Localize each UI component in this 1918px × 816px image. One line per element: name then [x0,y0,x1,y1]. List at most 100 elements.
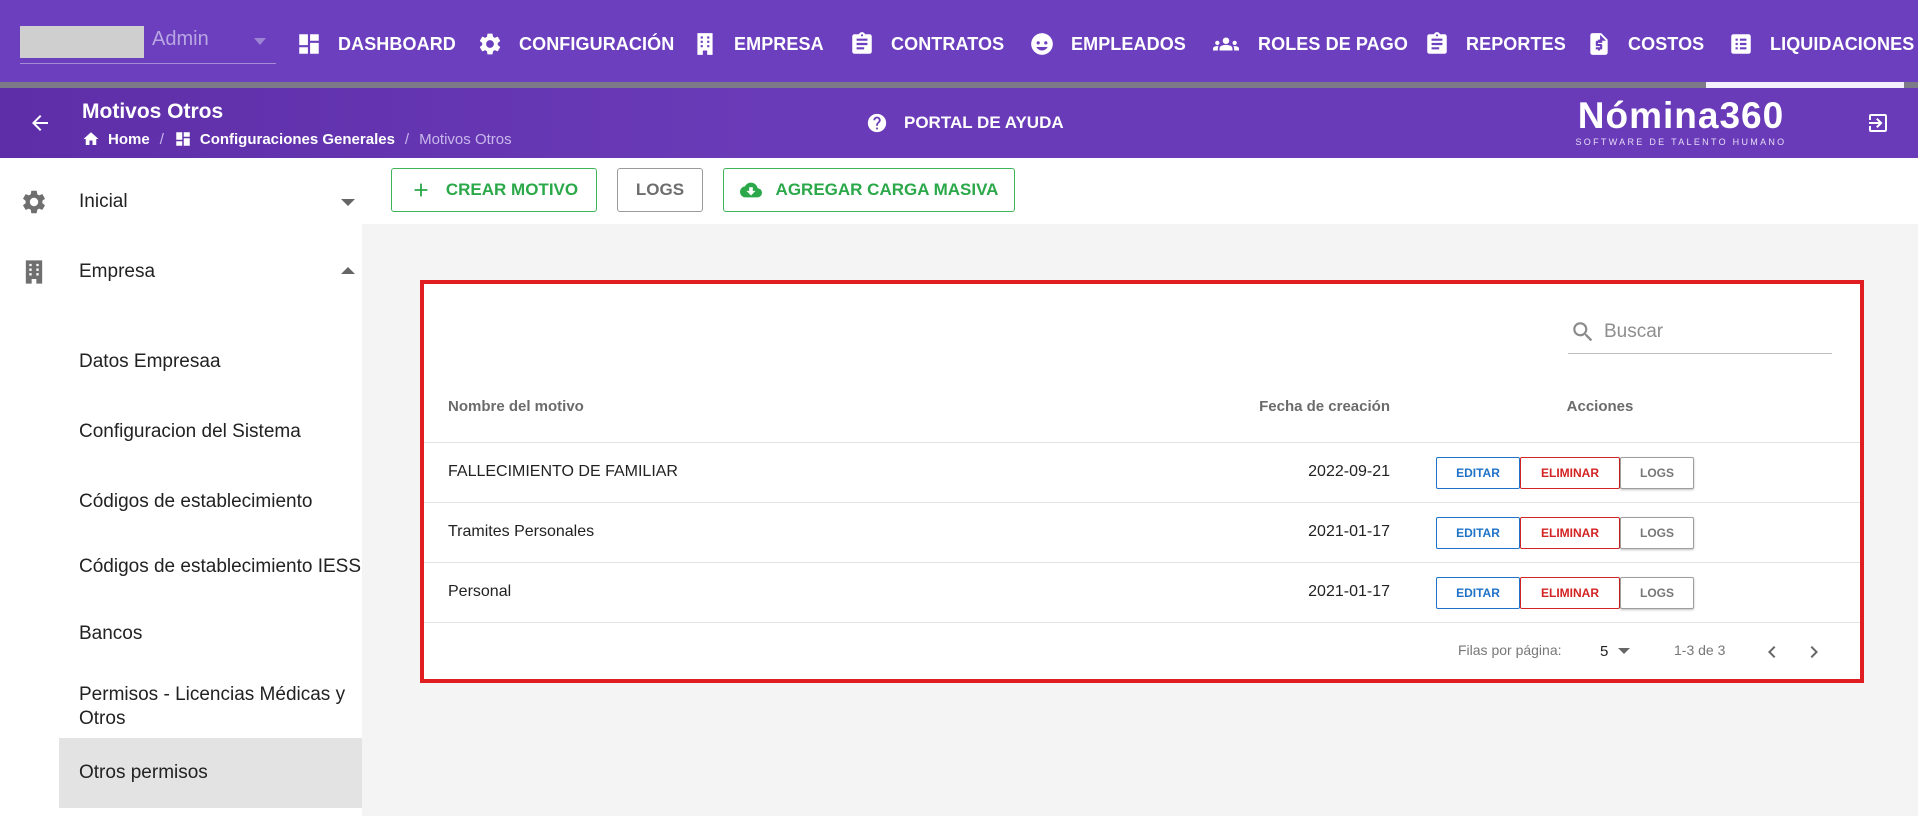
sidebar-item-permisos-licencias[interactable]: Permisos - Licencias Médicas y Otros [59,677,362,737]
cell-motivo-name: FALLECIMIENTO DE FAMILIAR [448,463,678,480]
invoice-dollar-icon [1590,33,1608,55]
cell-created-date: 2021-01-17 [1308,523,1390,540]
chevron-up-icon [341,267,355,274]
sidebar-item-datos-empresa[interactable]: Datos Empresaa [59,340,362,384]
column-header-acciones: Acciones [1566,398,1634,415]
table-row: Personal 2021-01-17 EDITAR ELIMINAR LOGS [422,562,1862,622]
dashboard-icon [299,34,319,54]
clipboard-icon [852,32,872,54]
edit-button[interactable]: EDITAR [1436,517,1520,549]
rows-per-page-label: Filas por página: [1458,642,1562,658]
sidebar-section-label: Empresa [79,261,156,282]
nav-item-roles-de-pago[interactable]: ROLES DE PAGO [1210,26,1408,62]
row-logs-button[interactable]: LOGS [1620,577,1694,609]
delete-button[interactable]: ELIMINAR [1520,457,1620,489]
nav-item-dashboard[interactable]: DASHBOARD [296,26,456,62]
sidebar-item-label: Bancos [79,623,143,644]
create-motivo-button[interactable]: CREAR MOTIVO [391,168,597,212]
sidebar-item-otros-permisos[interactable]: Otros permisos [59,738,362,808]
chevron-down-icon [254,38,266,45]
rows-per-page-select[interactable]: 5 [1600,638,1642,664]
create-motivo-label: CREAR MOTIVO [445,180,579,199]
edit-button[interactable]: EDITAR [1436,577,1520,609]
bulk-upload-button[interactable]: AGREGAR CARGA MASIVA [723,168,1015,212]
breadcrumb: Home / Configuraciones Generales / Motiv… [82,130,512,148]
logout-icon [1869,114,1887,132]
dashboard-icon [176,132,190,146]
building-icon [697,33,713,55]
breadcrumb-home[interactable]: Home [108,131,150,148]
row-logs-button[interactable]: LOGS [1620,517,1694,549]
bulk-upload-label: AGREGAR CARGA MASIVA [775,180,999,199]
building-icon [20,258,48,286]
group-icon [1213,37,1239,51]
main-content: CREAR MOTIVO LOGS AGREGAR CARGA MASIVA N… [362,158,1918,816]
row-actions: EDITAR ELIMINAR LOGS [1436,457,1694,489]
clipboard-icon [1427,32,1447,54]
search-field[interactable] [1568,310,1832,354]
breadcrumb-separator: / [404,130,410,148]
sidebar-section-inicial[interactable]: Inicial [0,174,362,230]
user-name: Admin [152,28,209,50]
nav-item-reportes[interactable]: REPORTES [1424,26,1566,62]
gear-icon [479,33,501,55]
rows-per-page-value: 5 [1600,642,1609,660]
home-icon [83,132,99,145]
sidebar-item-configuracion-sistema[interactable]: Configuracion del Sistema [59,410,362,454]
nav-item-label: EMPRESA [734,33,824,54]
edit-button[interactable]: EDITAR [1436,457,1520,489]
sidebar-item-label: Permisos - Licencias Médicas y Otros [79,684,346,729]
nav-item-empleados[interactable]: EMPLEADOS [1029,26,1186,62]
nav-item-label: LIQUIDACIONES [1770,33,1915,54]
nav-item-contratos[interactable]: CONTRATOS [849,26,1004,62]
chevron-down-icon [341,199,355,206]
row-actions: EDITAR ELIMINAR LOGS [1436,517,1694,549]
breadcrumb-configuraciones[interactable]: Configuraciones Generales [200,131,395,148]
table-footer-divider [422,622,1862,623]
breadcrumb-separator: / [159,130,164,148]
nav-item-label: REPORTES [1466,33,1566,54]
search-input[interactable] [1604,320,1814,343]
nav-item-label: CONFIGURACIÓN [519,33,675,54]
cloud-download-icon [739,182,762,198]
cell-motivo-name: Personal [448,583,512,600]
sidebar-item-codigos-establecimiento[interactable]: Códigos de establecimiento [59,480,362,524]
logs-button[interactable]: LOGS [617,168,703,212]
nav-item-liquidaciones[interactable]: LIQUIDACIONES [1728,26,1914,62]
motivos-table-card: Nombre del motivo Fecha de creación Acci… [422,282,1862,682]
nav-item-label: ROLES DE PAGO [1258,33,1408,54]
help-portal-link[interactable]: PORTAL DE AYUDA [866,112,1064,134]
delete-button[interactable]: ELIMINAR [1520,517,1620,549]
sidebar-item-label: Códigos de establecimiento IESS [79,556,361,577]
logo-text: Nómina360 [1577,95,1785,136]
sidebar-section-label: Inicial [79,191,128,212]
sidebar-item-bancos[interactable]: Bancos [59,612,362,656]
delete-button[interactable]: ELIMINAR [1520,577,1620,609]
nav-item-label: EMPLEADOS [1071,33,1186,54]
breadcrumb-current: Motivos Otros [419,130,512,148]
chevron-down-icon [1618,648,1631,654]
next-page-button[interactable] [1802,640,1826,664]
column-header-fecha[interactable]: Fecha de creación [1182,398,1390,415]
nav-item-label: CONTRATOS [891,33,1005,54]
brand-logo: Nómina360 SOFTWARE DE TALENTO HUMANO [1568,95,1794,148]
sidebar-section-empresa[interactable]: Empresa [0,244,362,300]
chevron-left-icon [1768,646,1776,658]
column-header-nombre[interactable]: Nombre del motivo [448,398,584,415]
logo-tagline: SOFTWARE DE TALENTO HUMANO [1575,137,1787,147]
search-icon [1573,321,1593,341]
pagination-range: 1-3 de 3 [1674,642,1726,658]
cell-created-date: 2022-09-21 [1308,463,1390,480]
nav-item-label: COSTOS [1628,33,1705,54]
nav-item-configuracion[interactable]: CONFIGURACIÓN [477,26,674,62]
previous-page-button[interactable] [1760,640,1784,664]
back-button[interactable] [28,111,52,135]
help-icon [867,113,887,133]
nav-item-costos[interactable]: COSTOS [1586,26,1704,62]
logout-button[interactable] [1866,111,1890,135]
row-logs-button[interactable]: LOGS [1620,457,1694,489]
sidebar-item-codigos-iess[interactable]: Códigos de establecimiento IESS [59,537,362,597]
user-selector[interactable]: Admin [20,26,276,64]
user-avatar-placeholder [20,26,144,58]
nav-item-empresa[interactable]: EMPRESA [692,26,824,62]
